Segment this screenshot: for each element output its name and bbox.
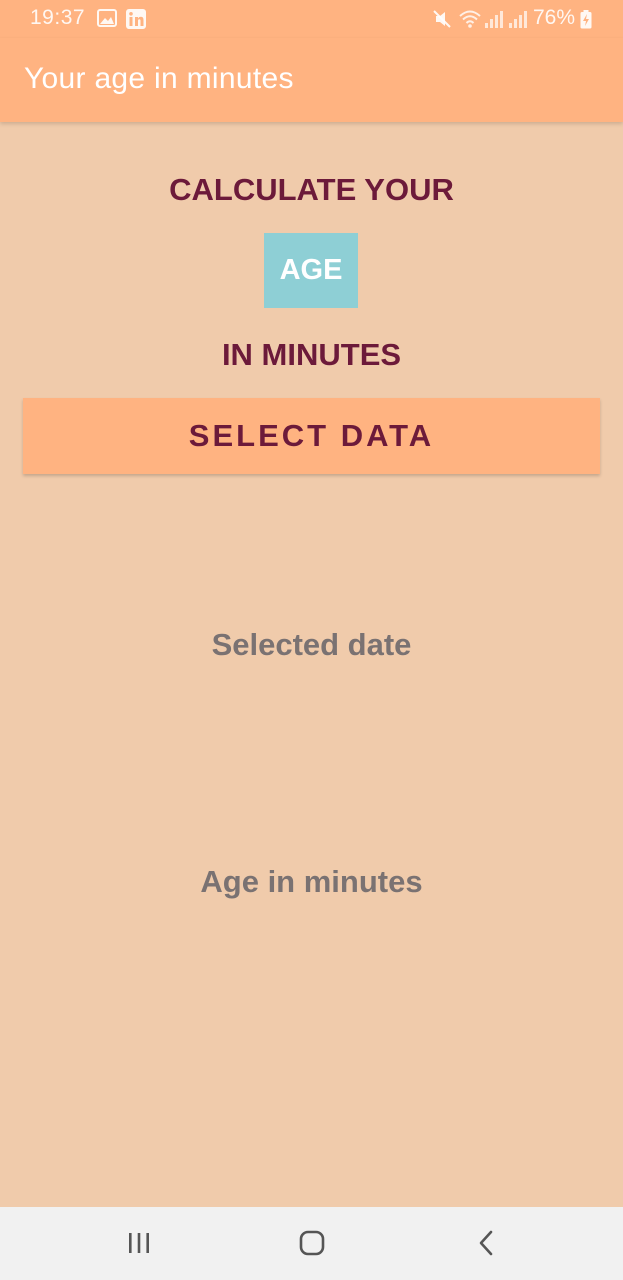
navigation-bar (0, 1207, 623, 1280)
back-icon[interactable] (466, 1225, 506, 1261)
status-time: 19:37 (30, 6, 86, 29)
app-title: Your age in minutes (24, 62, 294, 95)
signal-icon (484, 9, 504, 34)
battery-charging-icon (580, 10, 592, 34)
home-icon[interactable] (292, 1225, 332, 1261)
status-bar: 19:37 76% (0, 0, 623, 38)
app-bar: Your age in minutes (0, 38, 623, 122)
gallery-icon (97, 9, 117, 32)
heading-calculate-your: CALCULATE YOUR (169, 172, 454, 207)
heading-in-minutes: IN MINUTES (221, 337, 402, 372)
mute-icon (432, 9, 452, 34)
age-label-box: AGE (264, 233, 358, 308)
recent-apps-icon[interactable] (119, 1225, 159, 1261)
battery-percentage: 76% (532, 6, 575, 29)
age-in-minutes-text: Age in minutes (200, 864, 423, 899)
wifi-icon (458, 9, 482, 34)
linkedin-icon (126, 9, 146, 34)
selected-date-text: Selected date (211, 627, 412, 662)
select-data-button[interactable]: SELECT DATA (23, 398, 600, 474)
signal-icon (508, 9, 528, 34)
